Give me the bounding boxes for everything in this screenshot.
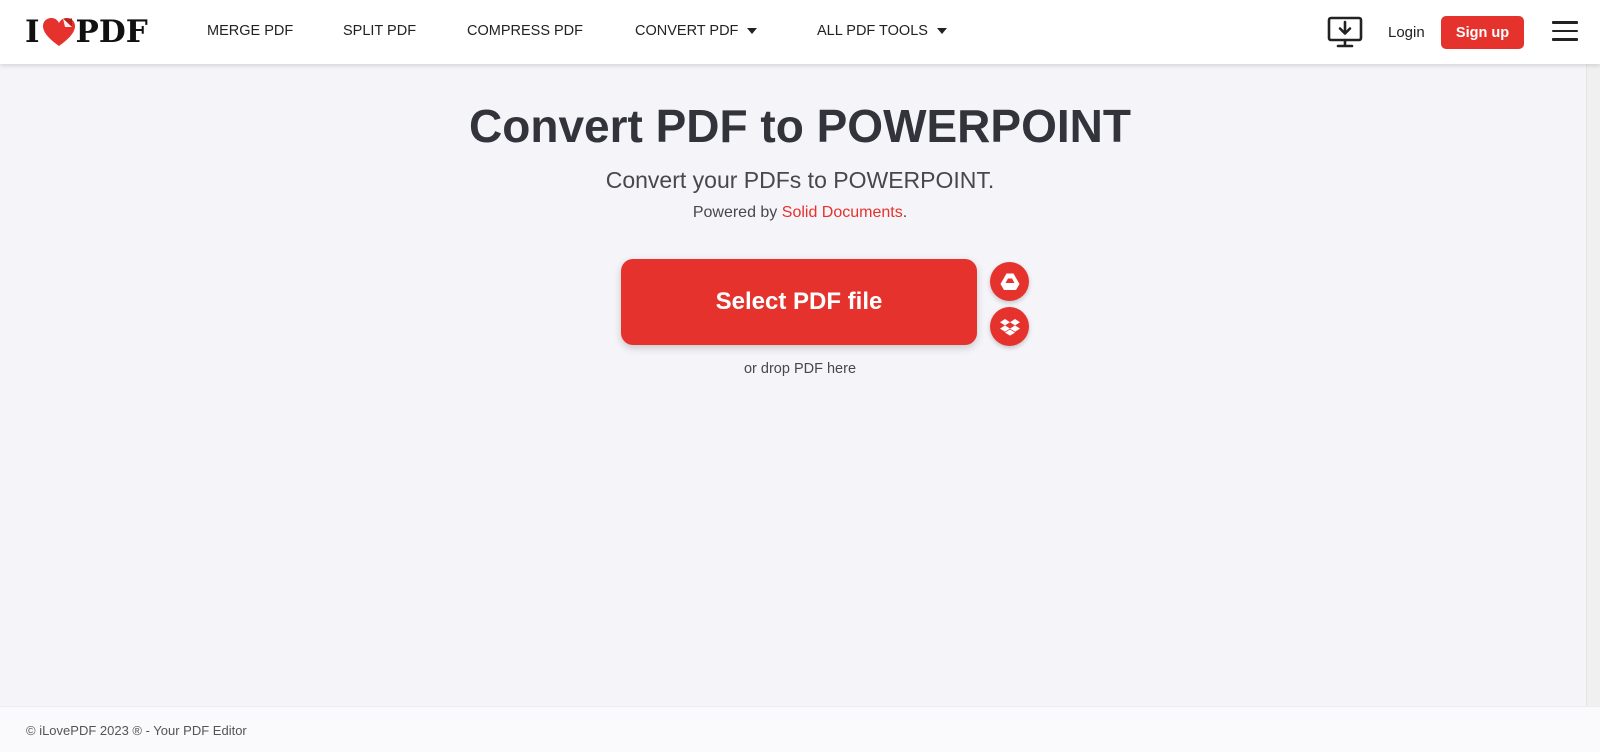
ilovepdf-logo[interactable]: I PDF bbox=[25, 14, 148, 50]
select-pdf-file-button[interactable]: Select PDF file bbox=[621, 259, 977, 345]
logo-text-pdf: PDF bbox=[75, 14, 148, 50]
google-drive-icon bbox=[1000, 273, 1019, 290]
page-subtitle: Convert your PDFs to POWERPOINT. bbox=[605, 167, 995, 193]
page-title: Convert PDF to POWERPOINT bbox=[469, 100, 1131, 152]
powered-by-suffix: . bbox=[902, 204, 908, 221]
solid-documents-link[interactable]: Solid Documents bbox=[782, 204, 903, 221]
drop-hint-text: or drop PDF here bbox=[743, 361, 857, 377]
login-link[interactable]: Login bbox=[1388, 24, 1425, 41]
nav-convert-pdf[interactable]: CONVERT PDF bbox=[635, 23, 758, 39]
nav-convert-pdf-label: CONVERT PDF bbox=[635, 23, 739, 39]
hamburger-menu-icon[interactable] bbox=[1552, 21, 1578, 41]
nav-all-pdf-tools-label: ALL PDF TOOLS bbox=[817, 23, 928, 39]
nav-merge-pdf[interactable]: MERGE PDF bbox=[207, 23, 293, 39]
scrollbar[interactable] bbox=[1586, 64, 1600, 706]
dropbox-icon bbox=[999, 318, 1020, 336]
heart-icon bbox=[42, 18, 75, 46]
page-footer: © iLovePDF 2023 ® - Your PDF Editor bbox=[0, 706, 1600, 752]
caret-down-icon bbox=[747, 28, 758, 34]
top-header: I PDF MERGE PDF SPLIT PDF COMPRESS PDF C… bbox=[0, 0, 1600, 64]
nav-merge-pdf-label: MERGE PDF bbox=[207, 23, 294, 39]
signup-button[interactable]: Sign up bbox=[1441, 16, 1524, 49]
powered-by-prefix: Powered by bbox=[692, 204, 778, 221]
caret-down-icon bbox=[936, 28, 947, 34]
nav-compress-pdf-label: COMPRESS PDF bbox=[467, 23, 584, 39]
footer-copyright: © iLovePDF 2023 ® - Your PDF Editor bbox=[26, 723, 247, 738]
dropbox-button[interactable] bbox=[990, 307, 1029, 346]
google-drive-button[interactable] bbox=[990, 262, 1029, 301]
desktop-download-icon[interactable] bbox=[1327, 16, 1363, 48]
nav-split-pdf-label: SPLIT PDF bbox=[343, 23, 417, 39]
logo-text-i: I bbox=[25, 14, 40, 50]
nav-split-pdf[interactable]: SPLIT PDF bbox=[343, 23, 416, 39]
nav-all-pdf-tools[interactable]: ALL PDF TOOLS bbox=[817, 23, 947, 39]
powered-by: Powered by Solid Documents. bbox=[0, 204, 1600, 222]
nav-compress-pdf[interactable]: COMPRESS PDF bbox=[467, 23, 583, 39]
